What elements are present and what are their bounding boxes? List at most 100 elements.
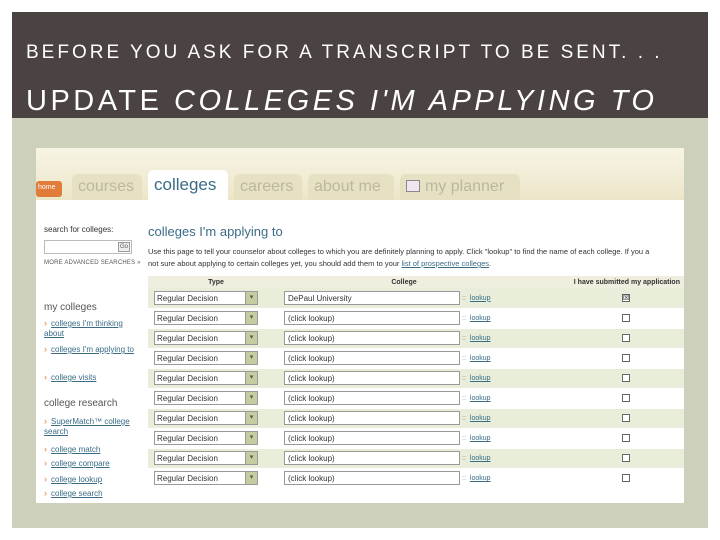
chevron-down-icon[interactable]: ▾ <box>245 452 257 464</box>
decision-type-select[interactable]: Regular Decision ▾ <box>154 391 258 405</box>
tab-courses[interactable]: courses <box>72 174 142 200</box>
sidebar-item-label: colleges I'm applying to <box>51 345 134 354</box>
decision-type-select[interactable]: Regular Decision ▾ <box>154 411 258 425</box>
sidebar-item-college-visits[interactable]: › college visits <box>44 372 144 383</box>
lookup-link[interactable]: lookup <box>470 375 491 382</box>
tab-colleges[interactable]: colleges <box>148 170 228 200</box>
type-cell: Regular Decision ▾ <box>148 348 284 369</box>
submitted-checkbox[interactable] <box>622 314 630 323</box>
decision-type-select[interactable]: Regular Decision ▾ <box>154 431 258 445</box>
college-field[interactable]: (click lookup) <box>284 371 460 385</box>
college-field[interactable]: (click lookup) <box>284 391 460 405</box>
sidebar-item-supermatch[interactable]: › SuperMatch™ college search <box>44 416 144 437</box>
submitted-checkbox[interactable] <box>622 374 630 383</box>
slide-title-band: BEFORE YOU ASK FOR A TRANSCRIPT TO BE SE… <box>12 12 708 118</box>
college-field[interactable]: (click lookup) <box>284 331 460 345</box>
applications-table: Type College I have submitted my applica… <box>148 276 684 489</box>
tab-careers[interactable]: careers <box>234 174 302 200</box>
decision-type-select[interactable]: Regular Decision ▾ <box>154 351 258 365</box>
submitted-checkbox[interactable] <box>622 334 630 343</box>
planner-icon <box>406 180 420 192</box>
chevron-down-icon[interactable]: ▾ <box>245 432 257 444</box>
submitted-checkbox[interactable] <box>622 454 630 463</box>
sidebar-item-applying-to[interactable]: › colleges I'm applying to <box>44 344 144 355</box>
arrow-right-icon: › <box>44 474 47 484</box>
chevron-down-icon[interactable]: ▾ <box>245 332 257 344</box>
college-cell: (click lookup):: lookup <box>284 408 524 429</box>
lookup-link[interactable]: lookup <box>470 415 491 422</box>
chevron-down-icon[interactable]: ▾ <box>245 352 257 364</box>
submitted-checkbox[interactable] <box>622 474 630 483</box>
sidebar-item-college-match[interactable]: › college match <box>44 444 144 455</box>
arrow-right-icon: › <box>44 344 47 354</box>
tab-about-me[interactable]: about me <box>308 174 394 200</box>
lookup-link[interactable]: lookup <box>470 455 491 462</box>
type-cell: Regular Decision ▾ <box>148 448 284 469</box>
submitted-checkbox[interactable] <box>622 354 630 363</box>
chevron-down-icon[interactable]: ▾ <box>245 412 257 424</box>
college-field[interactable]: (click lookup) <box>284 411 460 425</box>
lookup-link[interactable]: lookup <box>470 315 491 322</box>
separator: :: <box>462 355 466 363</box>
college-field[interactable]: DePaul University <box>284 290 460 305</box>
sidebar-item-college-compare[interactable]: › college compare <box>44 458 144 469</box>
slide-title-line1: BEFORE YOU ASK FOR A TRANSCRIPT TO BE SE… <box>26 42 663 63</box>
decision-type-select[interactable]: Regular Decision ▾ <box>154 331 258 345</box>
table-row: Regular Decision ▾ (click lookup):: lookup <box>148 388 684 409</box>
slide-title-prefix: UPDATE <box>26 85 175 117</box>
chevron-down-icon[interactable]: ▾ <box>245 372 257 384</box>
column-header-type: Type <box>148 276 284 288</box>
table-row: Regular Decision ▾ (click lookup):: lookup <box>148 408 684 429</box>
college-field[interactable]: (click lookup) <box>284 351 460 365</box>
chevron-down-icon[interactable]: ▾ <box>245 392 257 404</box>
submitted-checkbox[interactable] <box>622 394 630 403</box>
tab-my-planner[interactable]: my planner <box>400 174 520 200</box>
prospective-colleges-link[interactable]: list of prospective colleges <box>402 259 490 268</box>
sidebar-item-college-search[interactable]: › college search <box>44 488 144 499</box>
college-field[interactable]: (click lookup) <box>284 471 460 485</box>
college-field[interactable]: (click lookup) <box>284 451 460 465</box>
submitted-checkbox[interactable]: ☒ <box>622 294 630 303</box>
submitted-cell <box>524 448 684 469</box>
sidebar-item-thinking-about[interactable]: › colleges I'm thinking about <box>44 318 144 339</box>
embedded-screenshot: home courses colleges careers about me m… <box>36 148 684 503</box>
table-row: Regular Decision ▾ (click lookup):: lookup <box>148 428 684 449</box>
separator: :: <box>462 455 466 463</box>
decision-type-select[interactable]: Regular Decision ▾ <box>154 290 258 305</box>
table-row: Regular Decision ▾ (click lookup):: lookup <box>148 328 684 349</box>
college-field[interactable]: (click lookup) <box>284 311 460 325</box>
arrow-right-icon: › <box>44 488 47 498</box>
decision-type-value: Regular Decision <box>157 474 218 483</box>
sidebar-item-label: colleges I'm thinking about <box>44 319 123 338</box>
chevron-down-icon[interactable]: ▾ <box>245 472 257 484</box>
decision-type-value: Regular Decision <box>157 454 218 463</box>
decision-type-select[interactable]: Regular Decision ▾ <box>154 451 258 465</box>
table-row: Regular Decision ▾ (click lookup):: lookup <box>148 448 684 469</box>
search-go-button[interactable]: Go <box>118 242 130 252</box>
lookup-link[interactable]: lookup <box>470 475 491 482</box>
chevron-down-icon[interactable]: ▾ <box>245 291 257 304</box>
decision-type-select[interactable]: Regular Decision ▾ <box>154 471 258 485</box>
instructions-text-end: . <box>489 259 492 268</box>
college-cell: (click lookup):: lookup <box>284 428 524 449</box>
lookup-link[interactable]: lookup <box>470 295 491 302</box>
advanced-searches-link[interactable]: MORE ADVANCED SEARCHES » <box>44 260 141 266</box>
submitted-checkbox[interactable] <box>622 414 630 423</box>
type-cell: Regular Decision ▾ <box>148 388 284 409</box>
sidebar-item-college-lookup[interactable]: › college lookup <box>44 474 144 485</box>
decision-type-select[interactable]: Regular Decision ▾ <box>154 311 258 325</box>
submitted-cell <box>524 428 684 449</box>
separator: :: <box>462 435 466 443</box>
tab-home[interactable]: home <box>36 181 62 197</box>
college-field[interactable]: (click lookup) <box>284 431 460 445</box>
lookup-link[interactable]: lookup <box>470 435 491 442</box>
submitted-checkbox[interactable] <box>622 434 630 443</box>
instructions-text: not sure about applying to certain colle… <box>148 259 402 268</box>
lookup-link[interactable]: lookup <box>470 355 491 362</box>
decision-type-select[interactable]: Regular Decision ▾ <box>154 371 258 385</box>
chevron-down-icon[interactable]: ▾ <box>245 312 257 324</box>
lookup-link[interactable]: lookup <box>470 395 491 402</box>
decision-type-value: Regular Decision <box>157 334 218 343</box>
lookup-link[interactable]: lookup <box>470 335 491 342</box>
college-cell: (click lookup):: lookup <box>284 308 524 329</box>
